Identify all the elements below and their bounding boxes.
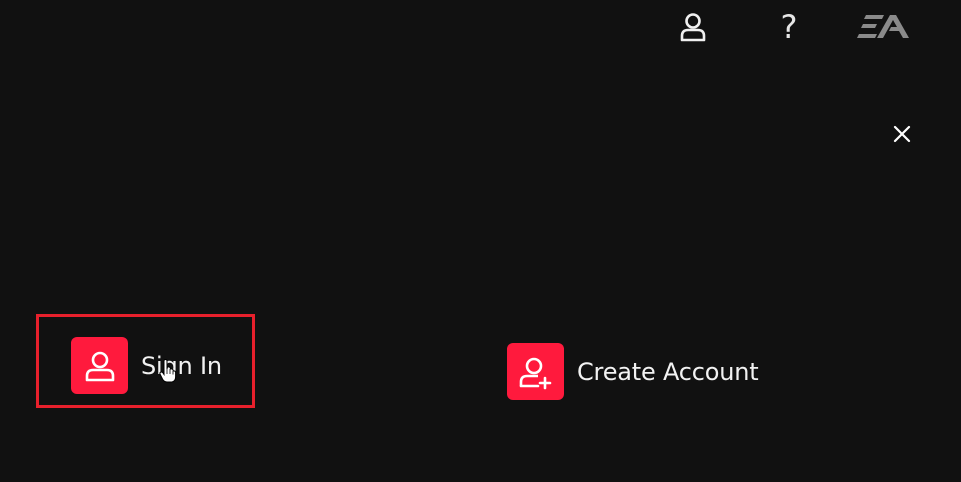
create-account-label: Create Account xyxy=(577,357,759,386)
sign-in-button[interactable]: Sign In xyxy=(71,337,222,394)
close-button[interactable] xyxy=(887,119,917,149)
help-label: ? xyxy=(780,8,798,46)
sign-in-page: ? Sign In Create Account xyxy=(0,0,961,482)
account-icon[interactable] xyxy=(677,10,709,44)
ea-logo[interactable] xyxy=(856,11,910,43)
create-account-button[interactable]: Create Account xyxy=(507,343,759,400)
user-add-icon xyxy=(507,343,564,400)
user-icon xyxy=(71,337,128,394)
sign-in-label: Sign In xyxy=(141,351,222,380)
help-icon[interactable]: ? xyxy=(774,8,804,46)
close-icon xyxy=(893,125,911,143)
